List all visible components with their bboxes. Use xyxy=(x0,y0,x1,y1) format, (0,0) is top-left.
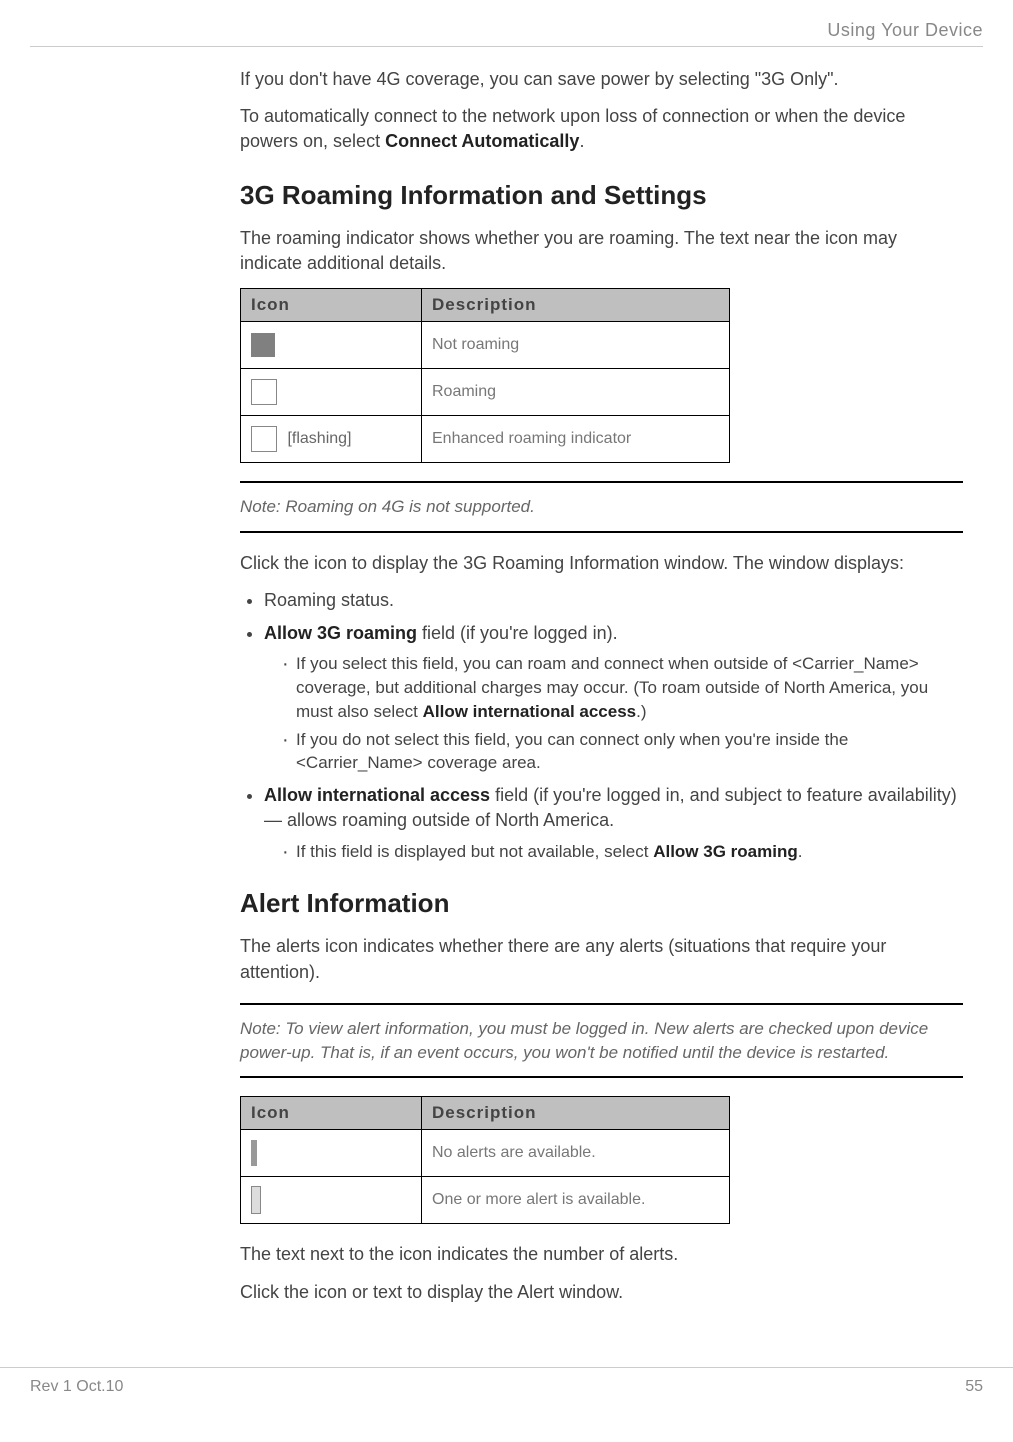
desc-cell: Not roaming xyxy=(422,321,730,368)
allow-3g-roaming-label: Allow 3G roaming xyxy=(653,842,798,861)
alerts-paragraph-3: Click the icon or text to display the Al… xyxy=(240,1280,963,1305)
icon-cell xyxy=(241,1130,422,1177)
alerts-note: Note: To view alert information, you mus… xyxy=(240,1003,963,1079)
text: If this field is displayed but not avail… xyxy=(296,842,653,861)
desc-cell: One or more alert is available. xyxy=(422,1177,730,1224)
alerts-paragraph-1: The alerts icon indicates whether there … xyxy=(240,934,963,984)
col-header-description: Description xyxy=(422,1097,730,1130)
list-item: If you select this field, you can roam a… xyxy=(282,652,963,723)
intro-paragraph-1: If you don't have 4G coverage, you can s… xyxy=(240,67,963,92)
roaming-icon xyxy=(251,379,277,405)
text: . xyxy=(579,131,584,151)
table-row: No alerts are available. xyxy=(241,1130,730,1177)
roaming-paragraph-2: Click the icon to display the 3G Roaming… xyxy=(240,551,963,576)
not-roaming-icon xyxy=(251,333,275,357)
alerts-icon-table: Icon Description No alerts are available… xyxy=(240,1096,730,1224)
enhanced-roaming-icon xyxy=(251,426,277,452)
text: field (if you're logged in). xyxy=(417,623,618,643)
footer-right: 55 xyxy=(965,1378,983,1396)
table-row: Not roaming xyxy=(241,321,730,368)
table-header-row: Icon Description xyxy=(241,288,730,321)
roaming-heading: 3G Roaming Information and Settings xyxy=(240,180,963,211)
table-header-row: Icon Description xyxy=(241,1097,730,1130)
roaming-bullet-list: Roaming status. Allow 3G roaming field (… xyxy=(240,588,963,864)
footer-left: Rev 1 Oct.10 xyxy=(30,1378,123,1396)
note-text: Note: Roaming on 4G is not supported. xyxy=(240,495,963,519)
icon-cell xyxy=(241,368,422,415)
divider xyxy=(30,46,983,47)
table-row: [flashing] Enhanced roaming indicator xyxy=(241,415,730,462)
allow-3g-roaming-label: Allow 3G roaming xyxy=(264,623,417,643)
connect-automatically-label: Connect Automatically xyxy=(385,131,579,151)
roaming-note: Note: Roaming on 4G is not supported. xyxy=(240,481,963,533)
allow-international-access-label: Allow international access xyxy=(264,785,490,805)
col-header-icon: Icon xyxy=(241,1097,422,1130)
alerts-heading: Alert Information xyxy=(240,888,963,919)
alerts-paragraph-2: The text next to the icon indicates the … xyxy=(240,1242,963,1267)
alerts-available-icon xyxy=(251,1186,261,1214)
desc-cell: No alerts are available. xyxy=(422,1130,730,1177)
icon-cell: [flashing] xyxy=(241,415,422,462)
icon-cell xyxy=(241,1177,422,1224)
roaming-icon-table: Icon Description Not roaming Roaming [fl… xyxy=(240,288,730,463)
table-row: One or more alert is available. xyxy=(241,1177,730,1224)
allow-international-access-label: Allow international access xyxy=(423,702,637,721)
flashing-label: [flashing] xyxy=(287,430,351,447)
intro-paragraph-2: To automatically connect to the network … xyxy=(240,104,963,154)
header-section: Using Your Device xyxy=(30,20,983,41)
icon-cell xyxy=(241,321,422,368)
no-alerts-icon xyxy=(251,1140,257,1166)
sub-list: If this field is displayed but not avail… xyxy=(264,840,963,864)
note-text: Note: To view alert information, you mus… xyxy=(240,1017,963,1065)
list-item: Allow 3G roaming field (if you're logged… xyxy=(264,621,963,775)
footer: Rev 1 Oct.10 55 xyxy=(0,1367,1013,1406)
table-row: Roaming xyxy=(241,368,730,415)
list-item: If this field is displayed but not avail… xyxy=(282,840,963,864)
text: . xyxy=(798,842,803,861)
text: .) xyxy=(636,702,646,721)
roaming-paragraph-1: The roaming indicator shows whether you … xyxy=(240,226,963,276)
desc-cell: Roaming xyxy=(422,368,730,415)
main-content: If you don't have 4G coverage, you can s… xyxy=(240,67,963,1305)
col-header-description: Description xyxy=(422,288,730,321)
list-item: Allow international access field (if you… xyxy=(264,783,963,863)
sub-list: If you select this field, you can roam a… xyxy=(264,652,963,775)
list-item: If you do not select this field, you can… xyxy=(282,728,963,776)
col-header-icon: Icon xyxy=(241,288,422,321)
desc-cell: Enhanced roaming indicator xyxy=(422,415,730,462)
list-item: Roaming status. xyxy=(264,588,963,613)
